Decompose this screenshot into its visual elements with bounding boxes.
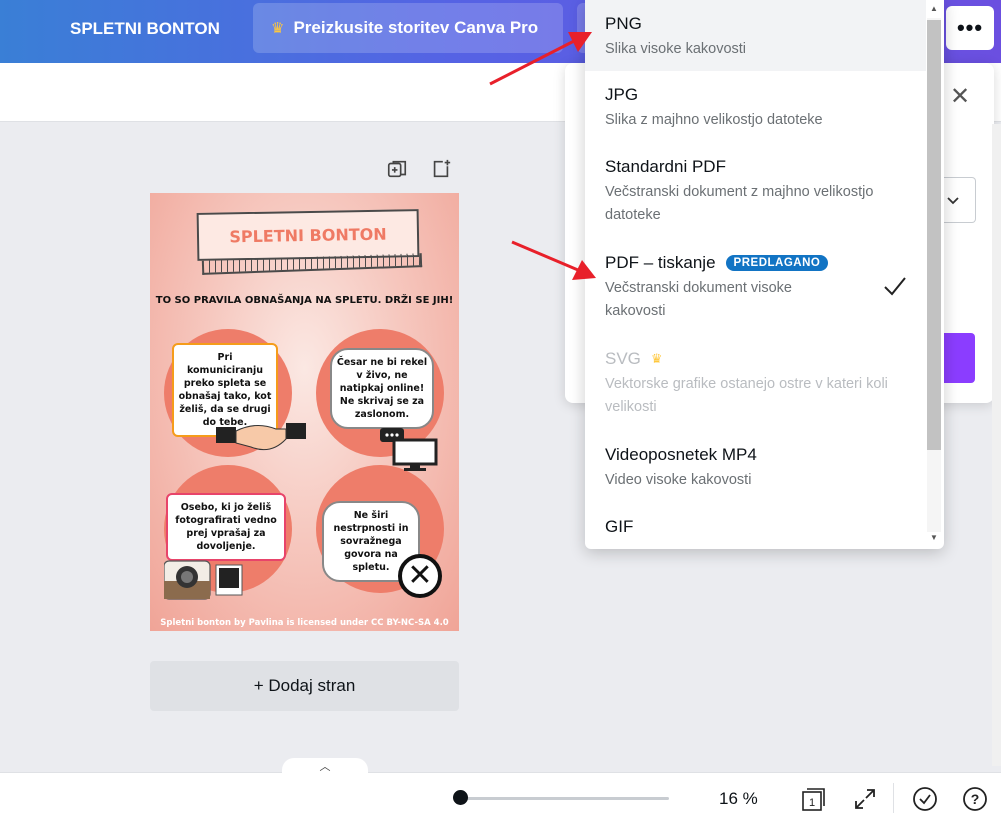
close-icon[interactable]: ✕ — [950, 82, 970, 111]
help-button[interactable]: ? — [962, 786, 988, 812]
zoom-level[interactable]: 16 % — [719, 789, 758, 809]
pages-icon: 1 — [802, 788, 825, 811]
option-desc: Vektorske grafike ostanejo ostre v kater… — [605, 376, 888, 415]
help-icon: ? — [963, 787, 987, 811]
expand-icon — [855, 789, 875, 809]
option-title: PNG — [605, 14, 642, 33]
add-page-icon[interactable] — [430, 158, 452, 180]
design-page-thumbnail[interactable]: SPLETNI BONTON TO SO PRAVILA OBNAŠANJA N… — [150, 193, 459, 631]
svg-text:?: ? — [971, 791, 980, 807]
add-page-button[interactable]: + Dodaj stran — [150, 661, 459, 711]
crown-icon: ♛ — [650, 351, 663, 366]
option-title: PDF – tiskanje — [605, 253, 716, 272]
poster-subtitle: TO SO PRAVILA OBNAŠANJA NA SPLETU. DRŽI … — [155, 295, 454, 306]
zoom-slider[interactable] — [461, 797, 669, 800]
poster-title: SPLETNI BONTON — [229, 224, 387, 246]
option-desc: Večstranski dokument visoke kakovosti — [605, 280, 792, 319]
license-text: Spletni bonton by Pavlina is licensed un… — [160, 618, 449, 628]
chevron-down-icon — [946, 197, 959, 205]
check-circle-icon — [913, 787, 937, 811]
recommended-badge: PREDLAGANO — [725, 255, 829, 271]
duplicate-page-icon[interactable] — [386, 158, 408, 180]
poster-bubble: Osebo, ki jo želiš fotografirati vedno p… — [166, 493, 286, 561]
fullscreen-button[interactable] — [852, 786, 878, 812]
red-arrow-annotation — [511, 240, 596, 280]
poster-bubble: Česar ne bi rekel v živo, ne natipkaj on… — [330, 348, 434, 429]
option-title: JPG — [605, 85, 639, 104]
option-jpg[interactable]: JPG Slika z majhno velikostjo datoteke — [585, 71, 926, 143]
design-title[interactable]: SPLETNI BONTON — [70, 19, 220, 39]
option-svg[interactable]: SVG ♛ Vektorske grafike ostanejo ostre v… — [585, 335, 926, 431]
chevron-up-icon: ︿ — [319, 761, 331, 773]
scroll-up-icon[interactable]: ▲ — [930, 4, 938, 13]
canvas-vertical-scrollbar[interactable] — [992, 124, 1001, 766]
crown-icon: ♛ — [271, 20, 285, 37]
page-count: 1 — [809, 797, 815, 809]
option-pdf-print[interactable]: PDF – tiskanje PREDLAGANO Večstranski do… — [585, 239, 926, 335]
option-title: SVG — [605, 349, 641, 368]
camera-icon — [164, 560, 243, 600]
checkmark-icon — [884, 277, 906, 296]
option-desc: Večstranski dokument z majhno velikostjo… — [605, 184, 874, 223]
option-desc: Slika visoke kakovosti — [605, 41, 747, 57]
more-dots-icon: ••• — [956, 15, 984, 40]
option-standard-pdf[interactable]: Standardni PDF Večstranski dokument z ma… — [585, 143, 926, 239]
option-title-row: SVG ♛ — [605, 349, 926, 369]
red-arrow-annotation — [489, 32, 592, 86]
collapse-pages-button[interactable]: ︿ — [282, 758, 368, 774]
option-mp4[interactable]: Videoposnetek MP4 Video visoke kakovosti — [585, 431, 926, 503]
option-png[interactable]: PNG Slika visoke kakovosti — [585, 0, 926, 71]
handshake-icon — [216, 423, 306, 451]
page-count-button[interactable]: 1 — [800, 786, 826, 812]
zoom-slider-handle[interactable] — [453, 790, 468, 805]
page-actions — [386, 158, 452, 180]
option-title: GIF — [605, 517, 634, 536]
option-title-row: PDF – tiskanje PREDLAGANO — [605, 253, 926, 273]
option-desc: Video visoke kakovosti — [605, 472, 752, 488]
poster-banner: SPLETNI BONTON — [196, 209, 420, 261]
option-gif[interactable]: GIF — [585, 503, 926, 549]
option-desc: Slika z majhno velikostjo datoteke — [605, 112, 823, 128]
bottom-divider — [893, 783, 894, 813]
option-title: Standardni PDF — [605, 157, 726, 176]
dropdown-scroll-thumb[interactable] — [927, 20, 941, 450]
canvas-horizontal-scrollbar[interactable] — [0, 752, 990, 770]
check-design-button[interactable] — [912, 786, 938, 812]
more-options-button[interactable]: ••• — [946, 6, 994, 50]
computer-icon — [380, 428, 438, 471]
x-mark-icon: ✕ — [398, 554, 442, 598]
scroll-down-icon[interactable]: ▼ — [930, 533, 938, 542]
option-title: Videoposnetek MP4 — [605, 445, 757, 464]
